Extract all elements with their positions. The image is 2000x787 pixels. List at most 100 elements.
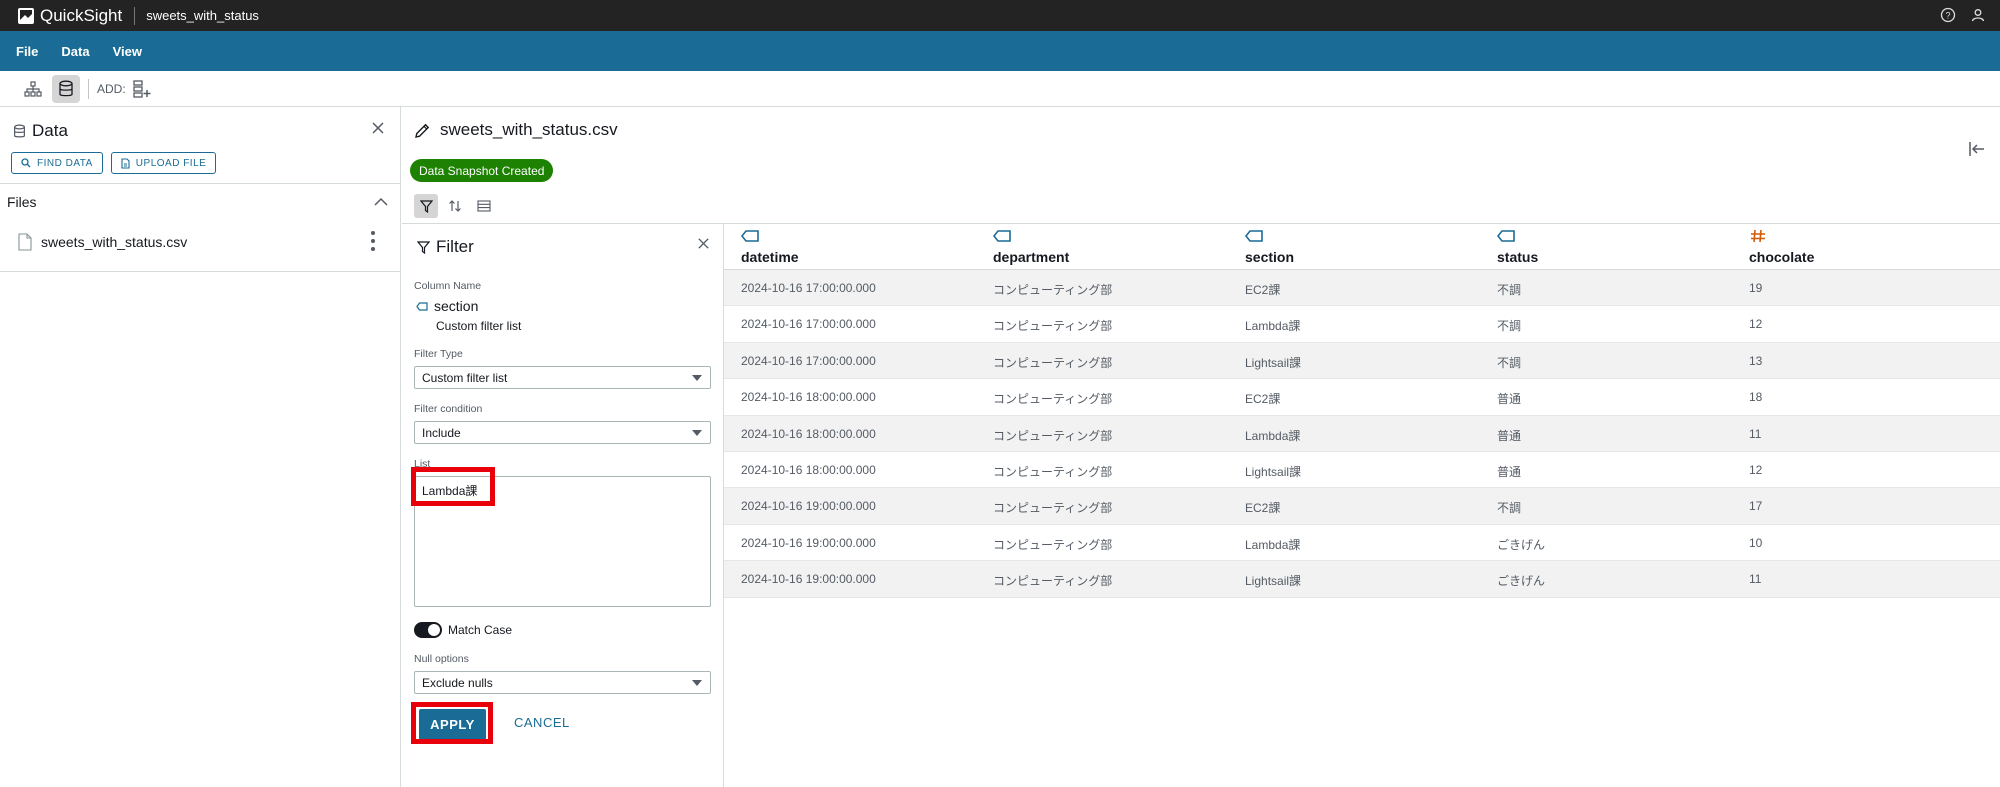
menu-data[interactable]: Data [61, 44, 89, 59]
column-header-label: datetime [741, 249, 799, 265]
filter-type-value: Custom filter list [422, 370, 508, 385]
string-tag-icon [993, 230, 1011, 242]
table-cell: コンピューティング部 [993, 501, 1113, 516]
filter-list-textarea[interactable]: Lambda課 [414, 476, 711, 607]
menu-view[interactable]: View [113, 44, 142, 59]
table-row: 2024-10-16 17:00:00.000 コンピューティング部 EC2課 不調 1… [724, 270, 2000, 307]
menu-file[interactable]: File [16, 44, 38, 59]
upload-file-button[interactable]: UPLOAD FILE [110, 152, 217, 174]
sort-icon [449, 200, 461, 212]
table-cell: ごきげん [1497, 574, 1546, 589]
upload-file-label: UPLOAD FILE [135, 157, 207, 169]
more-options-icon[interactable] [368, 229, 378, 253]
match-case-toggle[interactable] [414, 622, 442, 638]
table-cell: 不調 [1497, 283, 1522, 297]
filter-icon [419, 199, 433, 213]
table-cell: Lightsail課 [1245, 464, 1302, 479]
table-cell: Lambda課 [1245, 537, 1301, 552]
table-body: 2024-10-16 17:00:00.000 コンピューティング部 EC2課 不調 1… [724, 270, 2000, 598]
list-label: List [414, 458, 431, 470]
column-header-label: department [993, 249, 1070, 265]
close-icon[interactable] [370, 120, 386, 136]
collapse-panel-icon[interactable] [1968, 140, 1986, 158]
table-row: 2024-10-16 19:00:00.000 コンピューティング部 Lightsa… [724, 561, 2000, 598]
view-toolbar [414, 194, 496, 218]
string-tag-icon [416, 301, 428, 311]
filter-panel: Filter Column Name section Custom filter… [402, 223, 724, 787]
add-data-button[interactable] [128, 75, 156, 103]
fields-tab-button[interactable] [472, 194, 496, 218]
string-tag-icon [1245, 230, 1263, 242]
column-header-label: section [1245, 249, 1295, 265]
quicksight-logo[interactable]: QuickSight [18, 6, 122, 26]
table-cell: 2024-10-16 18:00:00.000 [741, 426, 876, 441]
table-cell: コンピューティング部 [993, 428, 1113, 443]
table-cell: コンピューティング部 [993, 355, 1113, 370]
dataset-title-row: sweets_with_status.csv [414, 120, 618, 140]
table-cell: 不調 [1497, 319, 1522, 334]
chevron-down-icon [692, 680, 702, 686]
table-cell: 普通 [1497, 392, 1522, 407]
status-badge: Data Snapshot Created [410, 159, 554, 182]
table-cell: 2024-10-16 19:00:00.000 [741, 572, 876, 587]
document-name[interactable]: sweets_with_status [146, 8, 259, 23]
cancel-button[interactable]: CANCEL [514, 715, 570, 730]
table-cell: 11 [1749, 426, 1762, 441]
sort-tab-button[interactable] [443, 194, 467, 218]
dataset-view-button[interactable] [52, 74, 80, 103]
match-case-label: Match Case [448, 623, 513, 637]
apply-button[interactable]: APPLY [419, 709, 486, 740]
filter-condition-value: Include [422, 425, 461, 440]
chevron-up-icon[interactable] [374, 195, 388, 209]
relationship-view-button[interactable] [19, 75, 47, 103]
chevron-down-icon [692, 430, 702, 436]
pencil-icon[interactable] [414, 122, 431, 139]
toolbar-divider [88, 78, 89, 99]
table-cell: 12 [1749, 317, 1763, 332]
filter-type-label: Filter Type [414, 348, 463, 360]
user-icon[interactable] [1970, 7, 1986, 23]
find-data-button[interactable]: FIND DATA [11, 152, 103, 174]
table-cell: 12 [1749, 462, 1763, 477]
table-cell: コンピューティング部 [993, 574, 1113, 589]
search-icon [21, 158, 31, 168]
table-cell: EC2課 [1245, 501, 1281, 516]
column-name-value: section [434, 298, 479, 314]
table-row: 2024-10-16 18:00:00.000 コンピューティング部 EC2課 普通 1… [724, 379, 2000, 416]
table-cell: 17 [1749, 499, 1763, 514]
column-filter-subtext: Custom filter list [436, 319, 522, 333]
table-row: 2024-10-16 18:00:00.000 コンピューティング部 Lambda課… [724, 415, 2000, 452]
table-cell: コンピューティング部 [993, 283, 1113, 297]
table-cell: 普通 [1497, 428, 1522, 443]
filter-tab-button[interactable] [414, 194, 438, 218]
table-cell: コンピューティング部 [993, 464, 1113, 479]
string-tag-icon [741, 230, 759, 242]
filter-type-select[interactable]: Custom filter list [414, 366, 711, 389]
filter-list-value: Lambda課 [422, 484, 478, 498]
table-cell: 18 [1749, 390, 1763, 405]
filter-condition-select[interactable]: Include [414, 421, 711, 444]
table-cell: 不調 [1497, 501, 1522, 516]
help-icon[interactable]: ? [1940, 7, 1956, 23]
table-cell: 2024-10-16 17:00:00.000 [741, 353, 876, 368]
table-cell: 11 [1749, 572, 1762, 587]
filter-icon [417, 240, 430, 254]
close-icon[interactable] [696, 236, 711, 251]
data-preview-table: datetime department section status choco… [724, 223, 2000, 787]
table-cell: EC2課 [1245, 283, 1281, 297]
table-cell: ごきげん [1497, 537, 1546, 552]
database-icon [14, 124, 25, 137]
table-cell: 2024-10-16 19:00:00.000 [741, 499, 876, 514]
null-options-select[interactable]: Exclude nulls [414, 671, 711, 694]
table-cell: Lambda課 [1245, 428, 1301, 443]
menu-bar: File Data View [0, 31, 2000, 71]
file-icon [18, 233, 32, 251]
data-panel-title: Data [32, 121, 68, 140]
table-row: 2024-10-16 18:00:00.000 コンピューティング部 Lightsa… [724, 452, 2000, 489]
dataset-title[interactable]: sweets_with_status.csv [440, 120, 618, 140]
column-header-label: status [1497, 249, 1539, 265]
toolbar: ADD: [0, 71, 2000, 107]
hash-icon [1751, 229, 1765, 243]
file-item[interactable]: sweets_with_status.csv [18, 231, 378, 251]
svg-text:?: ? [1945, 11, 1950, 21]
